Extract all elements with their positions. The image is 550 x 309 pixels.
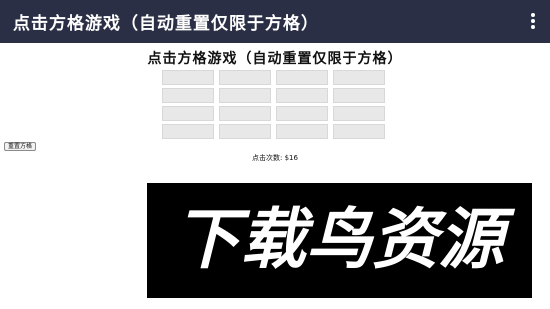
grid-cell[interactable]: [276, 88, 328, 103]
grid-cell[interactable]: [333, 106, 385, 121]
grid-cell[interactable]: [276, 70, 328, 85]
grid-cell[interactable]: [219, 106, 271, 121]
grid-cell[interactable]: [333, 70, 385, 85]
page-title: 点击方格游戏（自动重置仅限于方格）: [147, 51, 403, 67]
watermark-logo: 下载鸟资源: [147, 183, 532, 298]
grid-cell[interactable]: [219, 70, 271, 85]
grid-cell[interactable]: [162, 70, 214, 85]
grid-cell[interactable]: [276, 106, 328, 121]
grid-cell[interactable]: [162, 124, 214, 139]
click-count-text: 点击次数: $16: [252, 154, 298, 162]
grid-cell[interactable]: [333, 124, 385, 139]
app-title: 点击方格游戏（自动重置仅限于方格）: [13, 14, 319, 34]
grid-cell[interactable]: [219, 124, 271, 139]
watermark-text: 下载鸟资源: [174, 201, 516, 278]
reset-grid-button[interactable]: 重置方格: [4, 142, 37, 151]
grid-cell[interactable]: [219, 88, 271, 103]
grid-cell[interactable]: [333, 88, 385, 103]
app-bar: 点击方格游戏（自动重置仅限于方格）: [0, 0, 550, 43]
square-grid: [162, 70, 390, 139]
grid-cell[interactable]: [162, 88, 214, 103]
grid-cell[interactable]: [162, 106, 214, 121]
more-vert-icon[interactable]: [530, 13, 536, 31]
grid-cell[interactable]: [276, 124, 328, 139]
